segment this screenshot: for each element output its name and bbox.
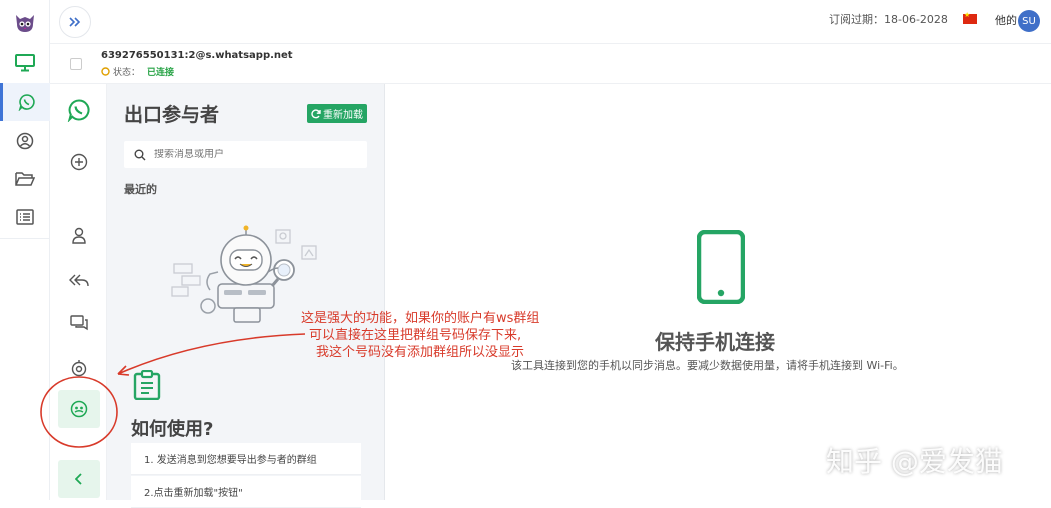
- watermark: 知乎 @爱发猫: [826, 445, 1003, 478]
- annotation-circle: [40, 376, 118, 448]
- annotation-line: 我这个号码没有添加群组所以没显示: [316, 345, 525, 360]
- annotation-arrow-layer: [40, 333, 306, 448]
- annotation-arrow: [117, 333, 306, 375]
